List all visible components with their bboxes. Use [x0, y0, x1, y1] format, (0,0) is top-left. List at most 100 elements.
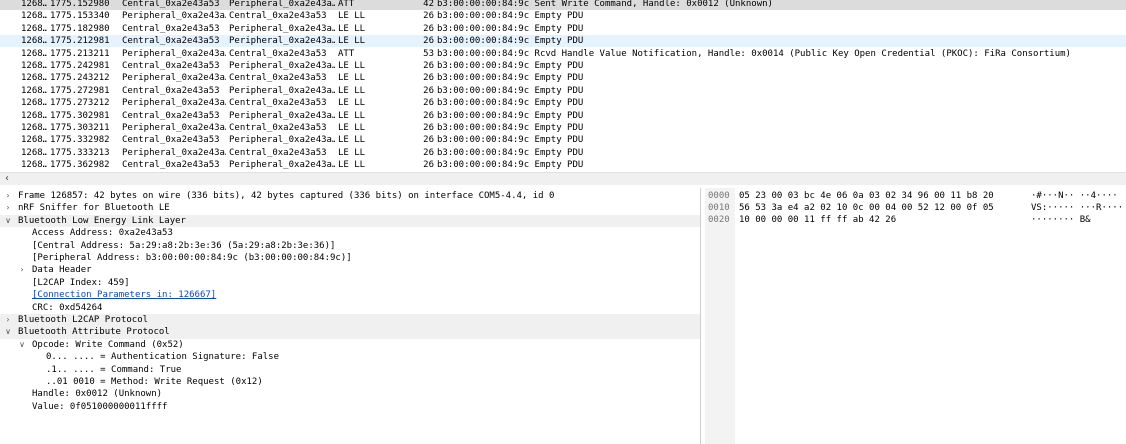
hex-offset-gutter	[705, 188, 735, 444]
packet-row[interactable]: 1268… 1775.273212 Peripheral_0xa2e43a… Cent…	[0, 97, 1126, 109]
packet-length: 26	[423, 61, 434, 71]
hex-bytes: 56 53 3a e4 a2 02 10 0c 00 04 00 52 12 0…	[739, 203, 994, 214]
hex-offset: 0020	[708, 215, 730, 226]
tree-item-label: [Central Address: 5a:29:a8:2b:3e:36 (5a:…	[32, 240, 336, 251]
tree-item[interactable]: Handle: 0x0012 (Unknown)	[0, 388, 700, 400]
packet-protocol: ATT	[338, 48, 355, 59]
packet-row[interactable]: 1268… 1775.362982 Central_0xa2e43a53 Periph…	[0, 159, 1126, 171]
packet-destination: Peripheral_0xa2e43a…	[229, 61, 335, 71]
packet-source: Central_0xa2e43a53	[122, 23, 220, 34]
packet-protocol: LE LL	[338, 36, 366, 47]
packet-time: 1775.332982	[50, 135, 110, 146]
tree-item[interactable]: ∨ Bluetooth Attribute Protocol	[0, 326, 700, 339]
packet-protocol: LE LL	[338, 11, 366, 22]
packet-length: 26	[423, 160, 434, 171]
tree-item[interactable]: › Frame 126857: 42 bytes on wire (336 bit…	[0, 190, 700, 202]
packet-info: b3:00:00:00:84:9c Rcvd Handle Value Noti…	[437, 48, 1071, 59]
packet-protocol: LE LL	[338, 160, 366, 171]
tree-item-label: Access Address: 0xa2e43a53	[32, 228, 173, 239]
packet-source: Central_0xa2e43a53	[122, 85, 220, 96]
packet-time: 1775.272981	[50, 85, 110, 96]
packet-row[interactable]: 1268… 1775.212981 Central_0xa2e43a53 Periph…	[0, 35, 1126, 48]
packet-row[interactable]: 1268… 1775.182980 Central_0xa2e43a53 Periph…	[0, 23, 1126, 35]
collapsed-arrow-icon[interactable]: ›	[4, 190, 12, 202]
tree-item[interactable]: › Bluetooth L2CAP Protocol	[0, 314, 700, 327]
tree-item[interactable]: [L2CAP Index: 459]	[0, 277, 700, 289]
hex-bytes: 05 23 00 03 bc 4e 06 0a 03 02 34 96 00 1…	[739, 191, 994, 201]
tree-item[interactable]: .1.. .... = Command: True	[0, 364, 700, 376]
tree-item[interactable]: [Central Address: 5a:29:a8:2b:3e:36 (5a:…	[0, 240, 700, 252]
packet-row[interactable]: 1268… 1775.303211 Peripheral_0xa2e43a… Cent…	[0, 122, 1126, 134]
collapsed-arrow-icon[interactable]: ›	[4, 202, 12, 214]
packet-list[interactable]: 1268… 1775.152980 Central_0xa2e43a53 Periph…	[0, 0, 1126, 172]
packet-destination: Central_0xa2e43a53	[229, 11, 327, 22]
tree-item-label: nRF Sniffer for Bluetooth LE	[18, 203, 170, 214]
tree-item[interactable]: 0... .... = Authentication Signature: Fa…	[0, 351, 700, 363]
packet-protocol: LE LL	[338, 135, 366, 146]
packet-source: Peripheral_0xa2e43a…	[122, 73, 226, 84]
collapsed-arrow-icon[interactable]: ›	[18, 264, 26, 276]
expanded-arrow-icon[interactable]: ∨	[18, 339, 26, 351]
hex-row[interactable]: 0010 56 53 3a e4 a2 02 10 0c 00 04 00 52 …	[705, 202, 1126, 214]
packet-info: b3:00:00:00:84:9c Empty PDU	[437, 123, 584, 133]
packet-destination: Peripheral_0xa2e43a…	[229, 135, 335, 146]
packet-row[interactable]: 1268… 1775.242981 Central_0xa2e43a53 Periph…	[0, 60, 1126, 72]
tree-item-label: ..01 0010 = Method: Write Request (0x12)	[46, 377, 263, 387]
packet-protocol: LE LL	[338, 98, 366, 109]
tree-item[interactable]: ..01 0010 = Method: Write Request (0x12)	[0, 376, 700, 388]
packet-row[interactable]: 1268… 1775.302981 Central_0xa2e43a53 Periph…	[0, 110, 1126, 122]
packet-time: 1775.333213	[50, 147, 110, 158]
packet-row[interactable]: 1268… 1775.152980 Central_0xa2e43a53 Periph…	[0, 0, 1126, 10]
packet-info: b3:00:00:00:84:9c Empty PDU	[437, 160, 584, 171]
packet-length: 26	[423, 98, 434, 109]
packet-row[interactable]: 1268… 1775.243212 Peripheral_0xa2e43a… Cent…	[0, 72, 1126, 84]
tree-item[interactable]: [Connection Parameters in: 126667]	[0, 289, 700, 301]
packet-time: 1775.243212	[50, 73, 110, 84]
packet-number: 1268…	[21, 61, 47, 71]
packet-info: b3:00:00:00:84:9c Empty PDU	[437, 110, 584, 121]
packet-time: 1775.182980	[50, 23, 110, 34]
tree-item[interactable]: Value: 0f051000000011ffff	[0, 401, 700, 413]
tree-item[interactable]: [Peripheral Address: b3:00:00:00:84:9c (…	[0, 252, 700, 264]
packet-row[interactable]: 1268… 1775.332982 Central_0xa2e43a53 Periph…	[0, 134, 1126, 146]
packet-list-hscrollbar[interactable]: ‹	[0, 172, 1126, 185]
expanded-arrow-icon[interactable]: ∨	[4, 215, 12, 227]
packet-row[interactable]: 1268… 1775.333213 Peripheral_0xa2e43a… Cent…	[0, 147, 1126, 159]
scroll-left-arrow-icon[interactable]: ‹	[2, 173, 12, 185]
tree-item[interactable]: › Data Header	[0, 264, 700, 276]
packet-time: 1775.303211	[50, 123, 110, 133]
packet-source: Peripheral_0xa2e43a…	[122, 123, 226, 133]
hex-row[interactable]: 0020 10 00 00 00 11 ff ff ab 42 26 ·······…	[705, 214, 1126, 226]
packet-number: 1268…	[21, 0, 47, 9]
hex-bytes: 10 00 00 00 11 ff ff ab 42 26	[739, 215, 897, 226]
hex-row[interactable]: 0000 05 23 00 03 bc 4e 06 0a 03 02 34 96 …	[705, 190, 1126, 202]
packet-time: 1775.273212	[50, 98, 110, 109]
packet-info: b3:00:00:00:84:9c Empty PDU	[437, 135, 584, 146]
packet-info: b3:00:00:00:84:9c Empty PDU	[437, 85, 584, 96]
tree-item[interactable]: › nRF Sniffer for Bluetooth LE	[0, 202, 700, 214]
expanded-arrow-icon[interactable]: ∨	[4, 326, 12, 338]
tree-item-label: Bluetooth Attribute Protocol	[18, 327, 170, 338]
packet-length: 53	[423, 48, 434, 59]
packet-number: 1268…	[21, 123, 47, 133]
tree-item[interactable]: ∨ Opcode: Write Command (0x52)	[0, 339, 700, 351]
tree-item[interactable]: CRC: 0xd54264	[0, 302, 700, 314]
packet-time: 1775.362982	[50, 160, 110, 171]
packet-source: Peripheral_0xa2e43a…	[122, 147, 226, 158]
packet-details-tree[interactable]: › Frame 126857: 42 bytes on wire (336 bit…	[0, 188, 701, 444]
packet-row[interactable]: 1268… 1775.272981 Central_0xa2e43a53 Periph…	[0, 85, 1126, 97]
packet-info: b3:00:00:00:84:9c Empty PDU	[437, 36, 584, 47]
tree-item[interactable]: ∨ Bluetooth Low Energy Link Layer	[0, 214, 700, 228]
collapsed-arrow-icon[interactable]: ›	[4, 314, 12, 326]
packet-time: 1775.242981	[50, 61, 110, 71]
packet-bytes-pane[interactable]: 0000 05 23 00 03 bc 4e 06 0a 03 02 34 96 …	[705, 188, 1126, 444]
packet-protocol: LE LL	[338, 147, 366, 158]
packet-info: b3:00:00:00:84:9c Empty PDU	[437, 23, 584, 34]
packet-destination: Peripheral_0xa2e43a…	[229, 85, 335, 96]
packet-row[interactable]: 1268… 1775.213211 Peripheral_0xa2e43a… Cent…	[0, 48, 1126, 60]
packet-destination: Central_0xa2e43a53	[229, 147, 327, 158]
tree-item-link[interactable]: [Connection Parameters in: 126667]	[32, 289, 216, 301]
tree-item[interactable]: Access Address: 0xa2e43a53	[0, 227, 700, 239]
packet-row[interactable]: 1268… 1775.153340 Peripheral_0xa2e43a… Cent…	[0, 10, 1126, 22]
packet-length: 26	[423, 23, 434, 34]
